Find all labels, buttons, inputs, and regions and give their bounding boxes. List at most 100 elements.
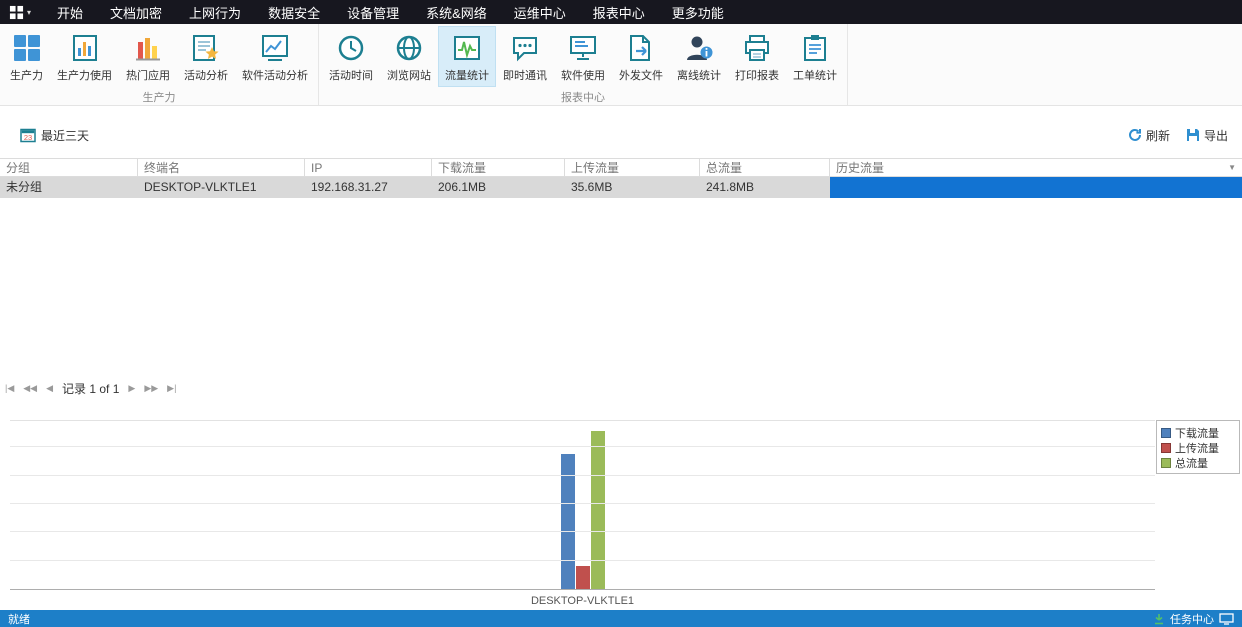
chart-legend: 下载流量上传流量总流量 (1156, 420, 1240, 474)
menu-item-internet-behavior[interactable]: 上网行为 (188, 0, 242, 26)
date-range-filter[interactable]: 23 最近三天 (20, 127, 89, 144)
ribbon-button-label: 活动分析 (184, 67, 228, 83)
file-export-icon (626, 33, 656, 63)
ribbon-button-work-order-stats[interactable]: 工单统计 (786, 26, 844, 87)
bar-group (561, 431, 605, 589)
ribbon-button-instant-messaging[interactable]: 即时通讯 (496, 26, 554, 87)
ribbon-button-label: 流量统计 (445, 67, 489, 83)
table-actions: 刷新 导出 (1128, 127, 1228, 144)
export-button[interactable]: 导出 (1186, 127, 1228, 144)
menu-item-data-security[interactable]: 数据安全 (267, 0, 321, 26)
next-page-button[interactable]: ▶ (128, 383, 135, 394)
menu-item-system-network[interactable]: 系统&网络 (425, 0, 488, 26)
chart-gridline (10, 475, 1155, 476)
ribbon-button-activity-analysis[interactable]: 活动分析 (177, 26, 235, 87)
menu-item-report-center[interactable]: 报表中心 (592, 0, 646, 26)
cell-terminal: DESKTOP-VLKTLE1 (138, 177, 305, 198)
globe-icon (394, 33, 424, 63)
waveform-chart-icon (452, 33, 482, 63)
app-menu-button[interactable]: ▾ (0, 0, 40, 24)
column-header-total[interactable]: 总流量 (700, 159, 830, 176)
printer-icon (742, 33, 772, 63)
ribbon-button-label: 生产力使用 (57, 67, 112, 83)
table-row[interactable]: 未分组 DESKTOP-VLKTLE1 192.168.31.27 206.1M… (0, 177, 1242, 198)
ribbon-button-outgoing-files[interactable]: 外发文件 (612, 26, 670, 87)
column-header-history[interactable]: 历史流量 ▼ (830, 159, 1242, 176)
date-range-label: 最近三天 (41, 127, 89, 144)
ribbon-button-label: 软件活动分析 (242, 67, 308, 83)
status-monitor-icon[interactable] (1219, 613, 1234, 625)
last-page-button[interactable]: ▶| (167, 383, 176, 394)
legend-swatch (1161, 443, 1171, 453)
ribbon-button-productivity-usage[interactable]: 生产力使用 (50, 26, 119, 87)
ribbon-button-label: 外发文件 (619, 67, 663, 83)
menu-item-device-management[interactable]: 设备管理 (346, 0, 400, 26)
cell-download: 206.1MB (432, 177, 565, 198)
chat-bubble-icon (510, 33, 540, 63)
refresh-label: 刷新 (1146, 127, 1170, 144)
svg-text:23: 23 (24, 133, 32, 142)
ribbon-button-label: 即时通讯 (503, 67, 547, 83)
ribbon-group-report-center: 活动时间 浏览网站 流量统计 即时通讯 软件使用 外发文件 (319, 24, 848, 105)
fast-next-button[interactable]: ▶▶ (144, 383, 158, 394)
ribbon-button-print-reports[interactable]: 打印报表 (728, 26, 786, 87)
legend-item: 总流量 (1161, 455, 1235, 470)
download-arrow-icon (1153, 613, 1165, 625)
ribbon-button-software-activity-analysis[interactable]: 软件活动分析 (235, 26, 315, 87)
ribbon-group-productivity: 生产力 生产力使用 热门应用 活动分析 软件活动分析 生产力 (0, 24, 319, 105)
star-document-icon (191, 33, 221, 63)
prev-page-button[interactable]: ◀ (46, 383, 53, 394)
history-traffic-bar (830, 177, 1242, 198)
table-header: 分组 终端名 IP 下载流量 上传流量 总流量 历史流量 ▼ (0, 158, 1242, 177)
ribbon-button-label: 离线统计 (677, 67, 721, 83)
ribbon-button-hot-apps[interactable]: 热门应用 (119, 26, 177, 87)
column-header-terminal[interactable]: 终端名 (138, 159, 305, 176)
refresh-button[interactable]: 刷新 (1128, 127, 1170, 144)
column-header-history-label: 历史流量 (836, 161, 884, 175)
traffic-table: 分组 终端名 IP 下载流量 上传流量 总流量 历史流量 ▼ 未分组 DESKT… (0, 158, 1242, 198)
menu-item-ops-center[interactable]: 运维中心 (513, 0, 567, 26)
bar-chart-document-icon (70, 33, 100, 63)
line-chart-document-icon (260, 33, 290, 63)
column-header-download[interactable]: 下载流量 (432, 159, 565, 176)
ribbon-button-label: 工单统计 (793, 67, 837, 83)
fast-prev-button[interactable]: ◀◀ (23, 383, 37, 394)
column-header-upload[interactable]: 上传流量 (565, 159, 700, 176)
ribbon-group-label: 生产力 (3, 88, 315, 108)
ribbon-button-software-usage[interactable]: 软件使用 (554, 26, 612, 87)
ribbon-button-traffic-stats[interactable]: 流量统计 (438, 26, 496, 87)
filter-toolbar: 23 最近三天 刷新 导出 (0, 122, 1242, 148)
chart-gridline (10, 503, 1155, 504)
ribbon-button-label: 打印报表 (735, 67, 779, 83)
monitor-icon (568, 33, 598, 63)
column-filter-arrow-icon[interactable]: ▼ (1228, 159, 1236, 177)
colored-bar-chart-icon (133, 33, 163, 63)
column-header-group[interactable]: 分组 (0, 159, 138, 176)
chart-plot (10, 420, 1155, 590)
ribbon-button-browse-websites[interactable]: 浏览网站 (380, 26, 438, 87)
first-page-button[interactable]: |◀ (5, 383, 14, 394)
calendar-icon: 23 (20, 127, 36, 143)
ribbon-button-productivity[interactable]: 生产力 (3, 26, 50, 87)
app-grid-icon (9, 5, 24, 20)
cell-ip: 192.168.31.27 (305, 177, 432, 198)
menu-item-more[interactable]: 更多功能 (671, 0, 725, 26)
legend-label: 上传流量 (1175, 440, 1219, 456)
person-info-icon (684, 33, 714, 63)
blue-grid-icon (12, 33, 42, 63)
chart-gridline (10, 560, 1155, 561)
menu-item-start[interactable]: 开始 (56, 0, 84, 26)
ribbon-button-activity-time[interactable]: 活动时间 (322, 26, 380, 87)
chart-category-label: DESKTOP-VLKTLE1 (10, 595, 1155, 607)
column-header-ip[interactable]: IP (305, 159, 432, 176)
ribbon-button-label: 活动时间 (329, 67, 373, 83)
legend-label: 总流量 (1175, 455, 1208, 471)
traffic-chart: 下载流量上传流量总流量 DESKTOP-VLKTLE1 (0, 420, 1242, 612)
menu-item-doc-encryption[interactable]: 文档加密 (109, 0, 163, 26)
task-center-button[interactable]: 任务中心 (1170, 611, 1214, 627)
cell-upload: 35.6MB (565, 177, 700, 198)
ribbon-button-offline-stats[interactable]: 离线统计 (670, 26, 728, 87)
cell-total: 241.8MB (700, 177, 830, 198)
export-save-icon (1186, 128, 1200, 142)
cell-group: 未分组 (0, 177, 138, 198)
